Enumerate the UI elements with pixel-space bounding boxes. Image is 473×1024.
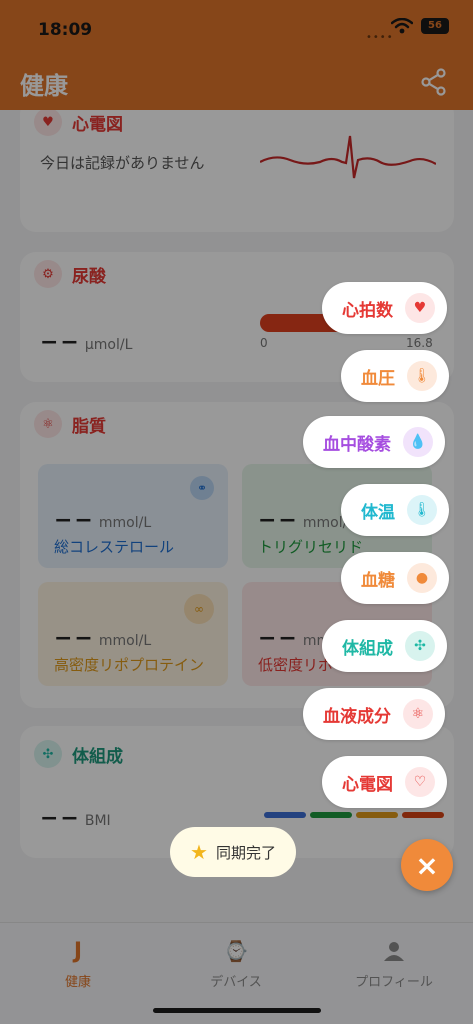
close-fab-button[interactable]: × [401, 839, 453, 891]
fab-item-blood-glucose[interactable]: 血糖 ● [341, 552, 449, 604]
fab-label: 血糖 [361, 570, 395, 591]
fab-item-heart-rate[interactable]: 心拍数 ♥ [322, 282, 447, 334]
home-indicator[interactable] [153, 1008, 321, 1013]
glucose-icon: ● [407, 563, 437, 593]
fab-item-blood-components[interactable]: 血液成分 ⚛ [303, 688, 445, 740]
toast-text: 同期完了 [215, 843, 276, 862]
thermometer-icon: 🌡 [407, 361, 437, 391]
fab-label: 血液成分 [323, 706, 391, 727]
fab-label: 心拍数 [342, 300, 393, 321]
fab-label: 体温 [361, 502, 395, 523]
star-icon: ★ [190, 840, 208, 864]
heart-icon: ♥ [405, 293, 435, 323]
fab-label: 体組成 [342, 638, 393, 659]
fab-item-body-composition[interactable]: 体組成 ✣ [322, 620, 447, 672]
fab-item-body-temperature[interactable]: 体温 🌡 [341, 484, 449, 536]
ecg-heart-icon: ♡ [405, 767, 435, 797]
molecule-icon: ✣ [405, 631, 435, 661]
blood-component-icon: ⚛ [403, 699, 433, 729]
fab-label: 心電図 [342, 774, 393, 795]
sync-toast: ★ 同期完了 [170, 827, 296, 877]
fab-label: 血中酸素 [323, 434, 391, 455]
fab-item-ecg[interactable]: 心電図 ♡ [322, 756, 447, 808]
thermometer-icon: 🌡 [407, 495, 437, 525]
fab-item-blood-pressure[interactable]: 血圧 🌡 [341, 350, 449, 402]
drop-icon: 💧 [403, 427, 433, 457]
close-icon: × [415, 848, 439, 882]
fab-item-blood-oxygen[interactable]: 血中酸素 💧 [303, 416, 445, 468]
fab-label: 血圧 [361, 368, 395, 389]
